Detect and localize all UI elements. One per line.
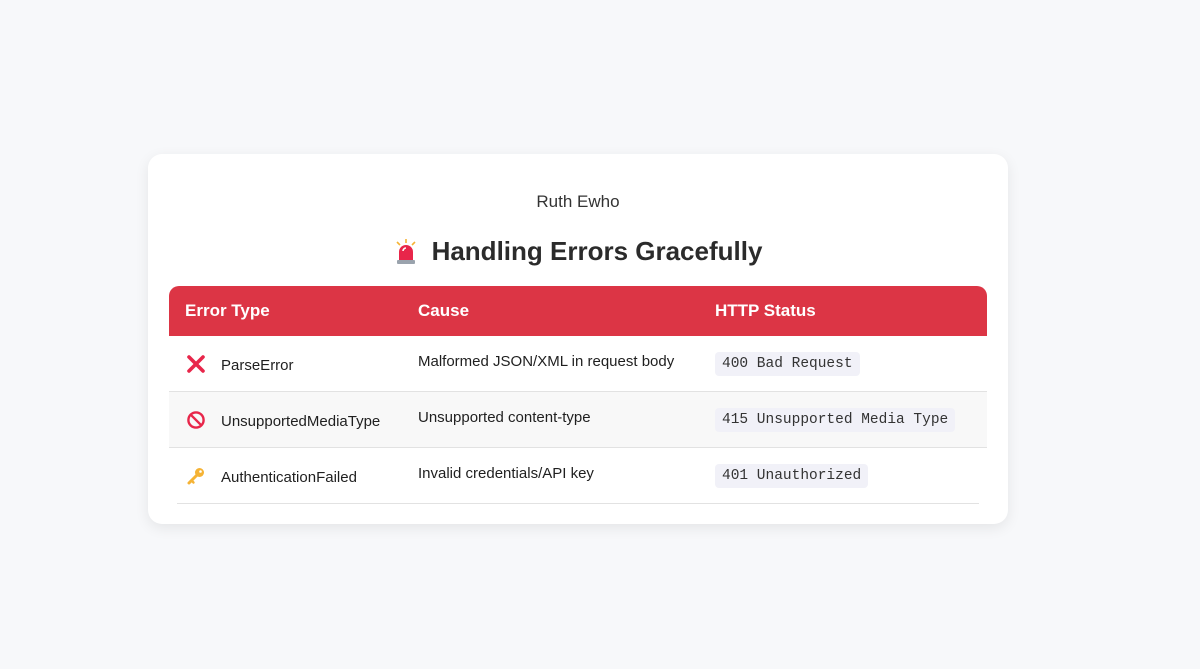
table-row: ParseError Malformed JSON/XML in request… [169,336,987,392]
title-row: Handling Errors Gracefully [148,236,1008,267]
error-type-name: AuthenticationFailed [221,469,357,486]
errors-table: Error Type Cause HTTP Status ParseError … [169,286,987,504]
header-cause: Cause [418,301,470,320]
siren-icon [394,238,418,265]
no-entry-icon [185,409,207,431]
table-row: AuthenticationFailed Invalid credentials… [177,448,979,504]
error-cause: Unsupported content-type [418,409,591,426]
cross-mark-icon [185,353,207,375]
key-icon [185,465,207,487]
error-cause: Invalid credentials/API key [418,465,594,482]
http-status-code: 415 Unsupported Media Type [715,407,956,432]
author-name: Ruth Ewho [536,192,620,211]
page-title: Handling Errors Gracefully [431,236,763,266]
error-type-name: UnsupportedMediaType [221,413,381,430]
error-cause: Malformed JSON/XML in request body [418,353,675,370]
header-error-type: Error Type [185,301,270,320]
error-type-name: ParseError [221,357,294,374]
errors-card: Ruth Ewho Handling Errors Gracefully Err… [148,154,1008,524]
http-status-code: 400 Bad Request [715,351,860,376]
header-http-status: HTTP Status [715,301,816,320]
table-header: Error Type Cause HTTP Status [169,286,987,336]
table-row: UnsupportedMediaType Unsupported content… [169,392,987,448]
http-status-code: 401 Unauthorized [715,463,869,488]
